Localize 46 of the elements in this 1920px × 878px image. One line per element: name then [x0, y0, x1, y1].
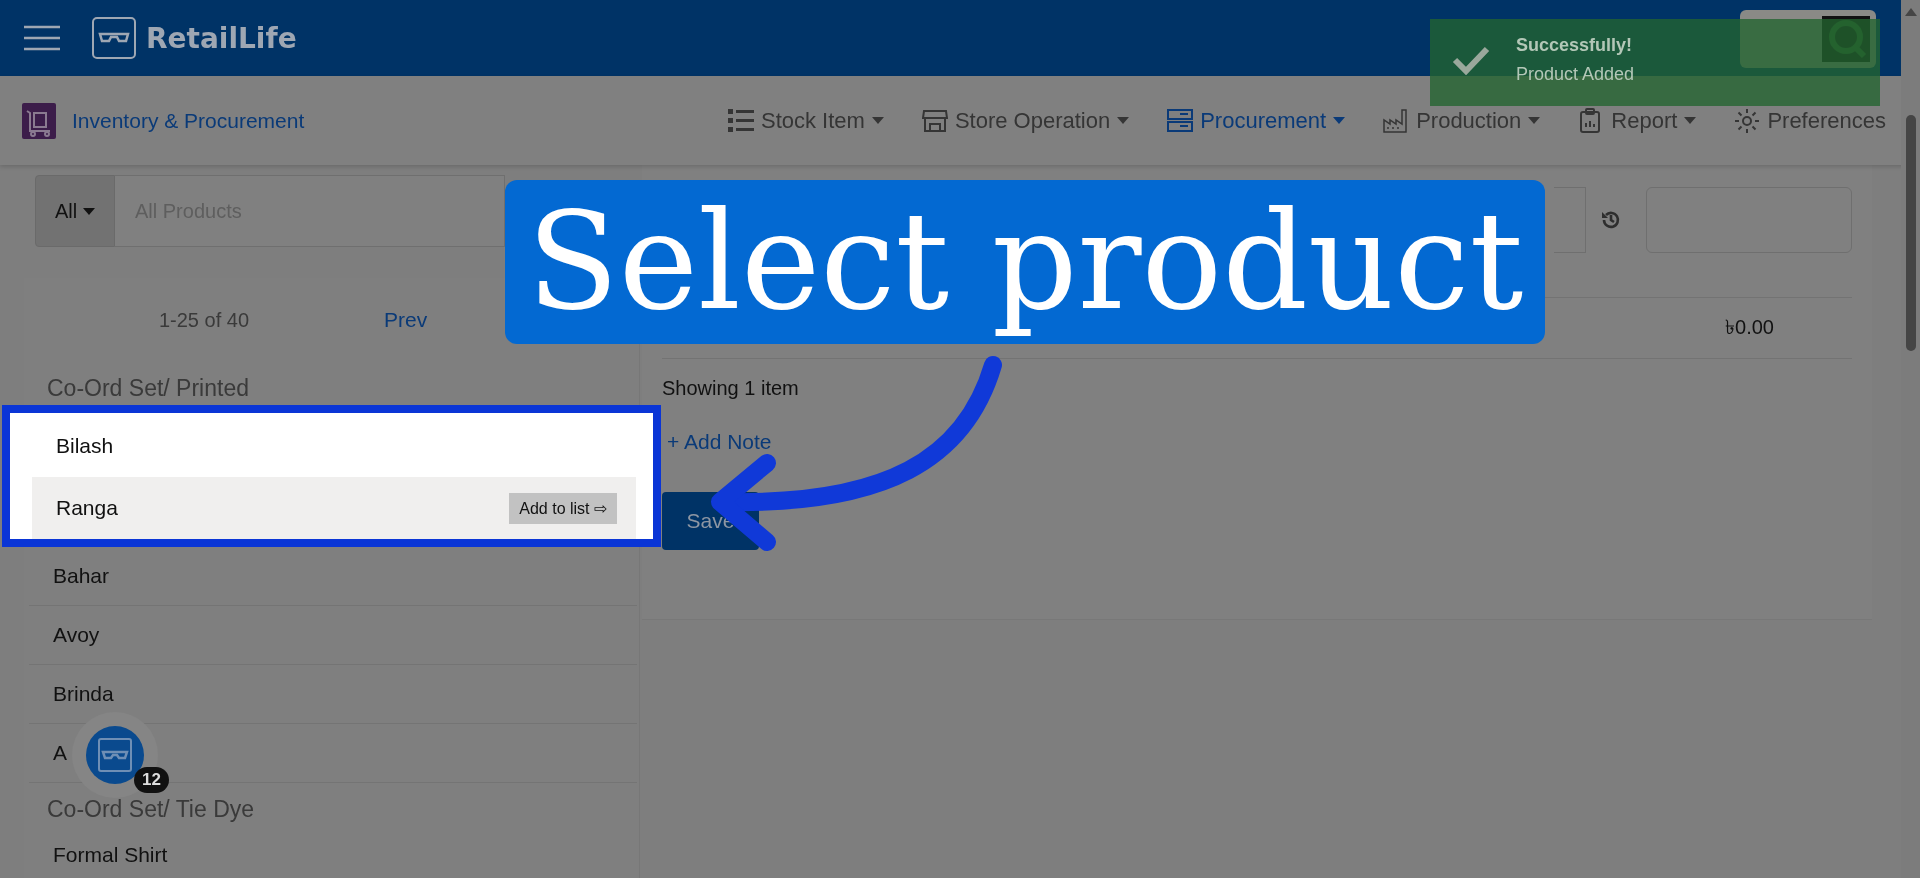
total-amount: ৳0.00 — [1725, 314, 1774, 340]
item-count: Showing 1 item — [662, 377, 799, 399]
product-name: Bilash — [56, 434, 114, 458]
settings-icon — [1734, 107, 1761, 134]
product-row[interactable]: Bilash — [32, 415, 636, 477]
nav-menu-item[interactable]: Procurement — [1167, 107, 1346, 134]
product-row[interactable]: Formal Shirt — [29, 826, 637, 878]
check-icon — [1452, 44, 1490, 75]
menu-icon[interactable] — [24, 24, 60, 52]
product-row[interactable]: Ranga Add to list ⇨ — [32, 477, 636, 539]
history-icon[interactable] — [1600, 209, 1622, 231]
add-to-list-button[interactable]: Add to list ⇨ — [509, 492, 617, 524]
product-name: A — [53, 741, 67, 765]
product-name: Formal Shirt — [53, 843, 168, 867]
list-icon — [727, 107, 754, 134]
store-icon — [921, 107, 948, 134]
scroll-up-icon[interactable] — [1905, 8, 1917, 16]
product-name: Brinda — [53, 682, 114, 706]
filter-dropdown[interactable]: All — [35, 175, 115, 247]
scrollbar-thumb[interactable] — [1906, 115, 1916, 351]
factory-icon — [1383, 107, 1410, 134]
module-title[interactable]: Inventory & Procurement — [72, 108, 305, 133]
cart-icon — [22, 102, 56, 139]
group-heading: Co-Ord Set/ Printed — [47, 375, 249, 401]
product-row[interactable]: Avoy — [29, 606, 637, 665]
product-name: Ranga — [56, 496, 118, 520]
product-name: Avoy — [53, 623, 100, 647]
nav-menu-item[interactable]: Store Operation — [921, 107, 1130, 134]
page-range: 1-25 of 40 — [157, 308, 251, 332]
product-name: Bahar — [53, 564, 110, 588]
server-icon — [1167, 107, 1194, 134]
tutorial-callout: Select product — [505, 180, 1546, 344]
add-note-link[interactable]: + Add Note — [667, 430, 772, 454]
app-title: RetailLife — [146, 21, 297, 55]
product-row[interactable]: Bahar — [29, 547, 637, 606]
prev-link[interactable]: Prev — [384, 308, 428, 332]
nav-menu-item[interactable]: Preferences — [1734, 107, 1886, 134]
toast-title: Successfully! — [1516, 34, 1634, 56]
toast-message: Product Added — [1516, 63, 1635, 85]
nav-menu-item[interactable]: Report — [1578, 107, 1697, 134]
count-badge: 12 — [134, 767, 169, 793]
glasses-logo-icon — [92, 17, 136, 59]
nav-menu-item[interactable]: Production — [1383, 107, 1541, 134]
nav-menu-item[interactable]: Stock Item — [727, 107, 884, 134]
glasses-logo-icon — [86, 726, 144, 784]
group-heading: Co-Ord Set/ Tie Dye — [47, 796, 255, 822]
